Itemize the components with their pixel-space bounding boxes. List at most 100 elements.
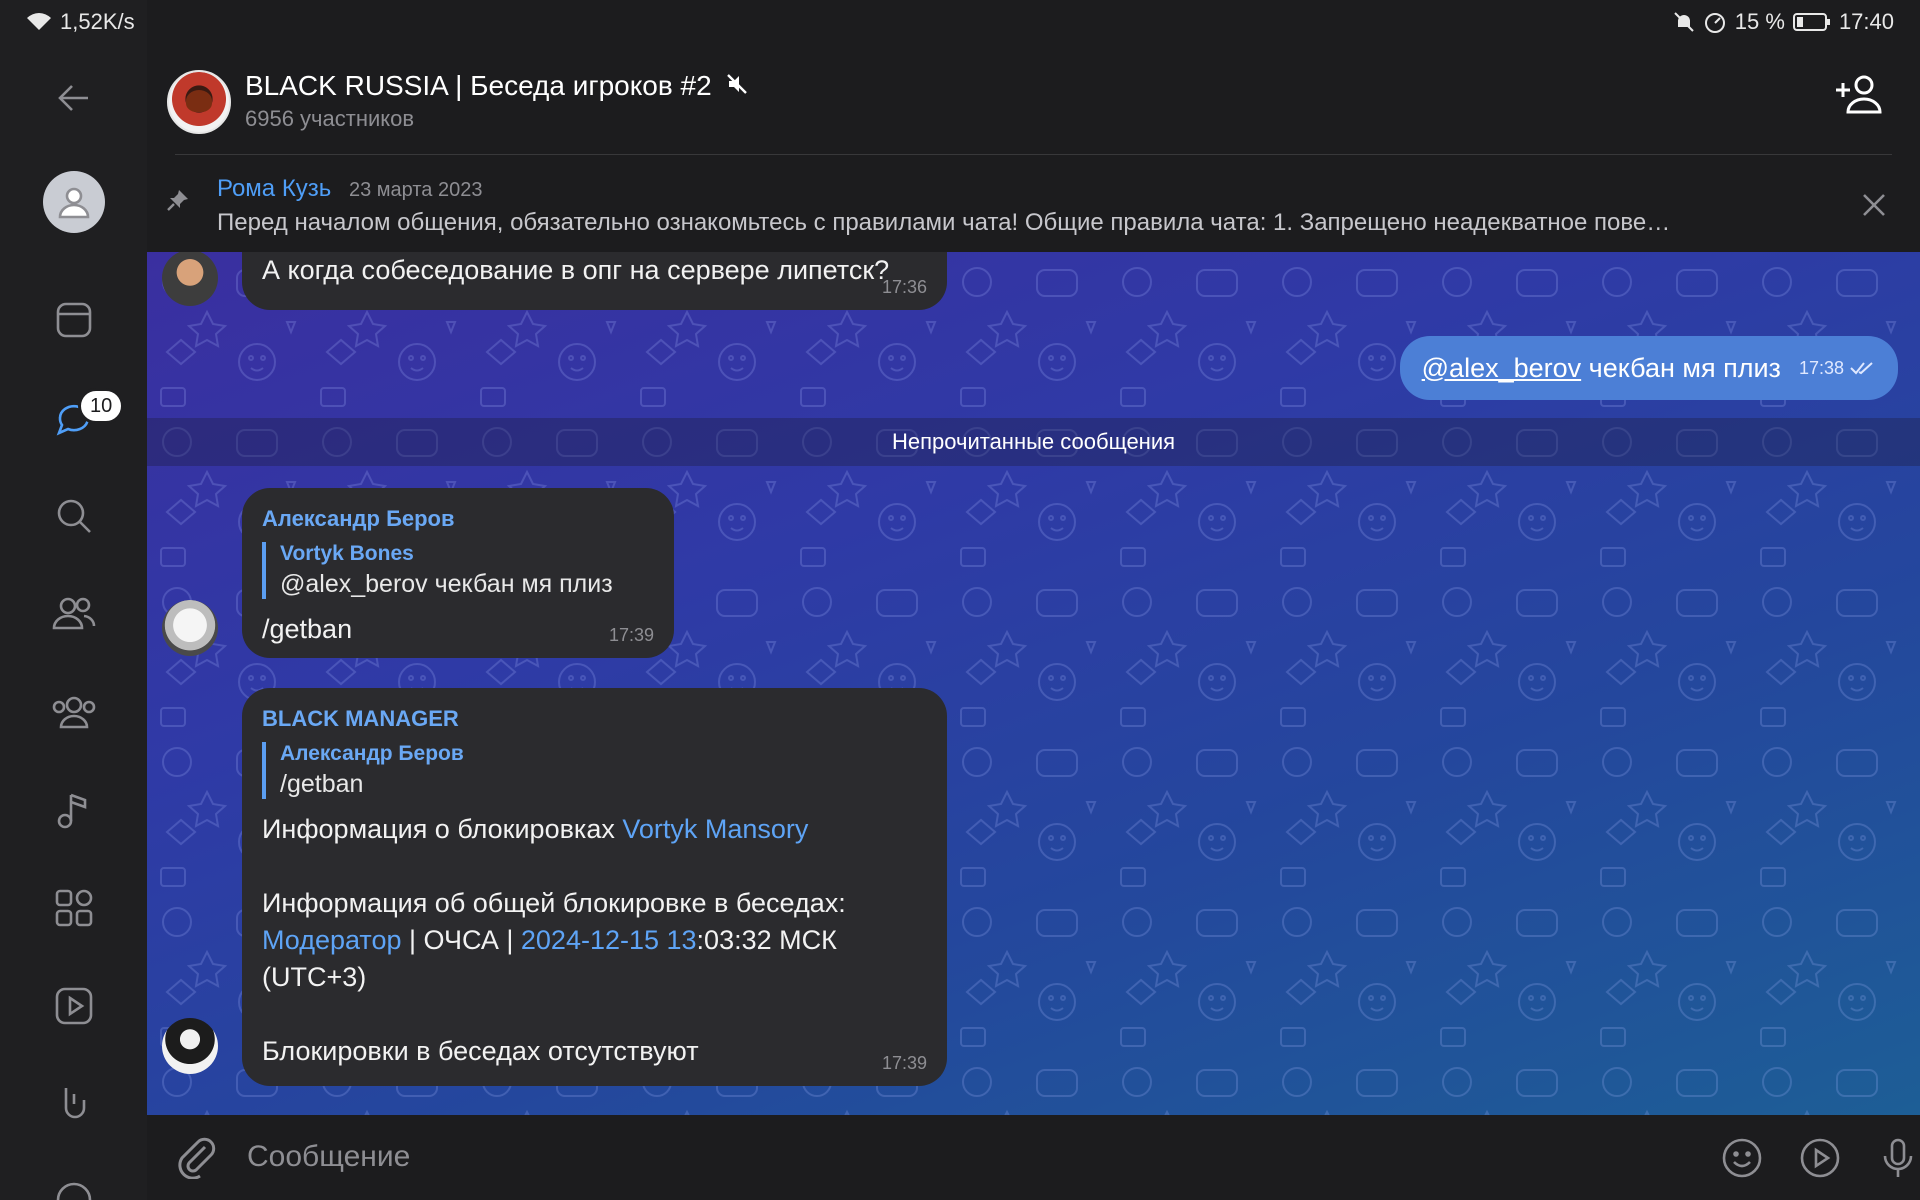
battery-icon <box>1792 12 1831 32</box>
profile-button[interactable] <box>0 162 147 242</box>
rail-item-music[interactable] <box>0 770 147 850</box>
close-pinned-button[interactable] <box>1854 185 1894 225</box>
incoming-message[interactable]: А когда собеседование в опг на сервере л… <box>242 252 947 310</box>
text-span: | ОЧСА | <box>401 925 521 955</box>
text-span: Информация о блокировках <box>262 814 623 844</box>
mute-bell-icon <box>1673 11 1695 33</box>
reply-text: /getban <box>280 770 364 798</box>
date-link[interactable]: 2024-12-15 13 <box>521 925 697 955</box>
message-input[interactable] <box>247 1129 1747 1185</box>
emoji-icon <box>56 1182 91 1200</box>
message-line: Информация о блокировках Vortyk Mansory <box>262 811 927 848</box>
speed-gauge-icon <box>1703 11 1727 33</box>
message-text: А когда собеседование в опг на сервере л… <box>262 255 890 285</box>
rail-item-video[interactable] <box>0 966 147 1046</box>
net-speed: 1,52K/s <box>60 9 135 34</box>
rail-item-apps[interactable] <box>0 868 147 948</box>
muted-speaker-icon <box>726 70 748 102</box>
pinned-message-bar[interactable]: Рома Кузь 23 марта 2023 Перед началом об… <box>147 155 1920 252</box>
message-line: Информация об общей блокировке в беседах… <box>262 888 846 918</box>
message-body: чекбан мя плиз <box>1588 352 1781 383</box>
message-time: 17:39 <box>881 1053 927 1073</box>
message-time: 17:39 <box>608 625 654 645</box>
message-line: Блокировки в беседах отсутствуют <box>262 1036 699 1066</box>
play-circle-icon <box>1800 1138 1840 1178</box>
navigation-rail: 10 <box>0 0 147 1200</box>
member-count: 6956 участников <box>245 106 415 131</box>
sender-avatar[interactable] <box>162 252 218 306</box>
message-time: 17:36 <box>881 277 927 297</box>
sender-avatar[interactable] <box>162 600 218 656</box>
voice-message-button[interactable] <box>1873 1133 1920 1183</box>
outgoing-message[interactable]: @alex_berov чекбан мя плиз 17:38 <box>1399 336 1898 400</box>
message-text: Информация о блокировках Vortyk Mansory … <box>262 811 927 1070</box>
paperclip-icon <box>178 1137 216 1180</box>
reply-author: Александр Беров <box>280 742 464 765</box>
wifi-icon <box>26 12 52 32</box>
unread-divider: Непрочитанные сообщения <box>147 418 1920 466</box>
chat-title: BLACK RUSSIA | Беседа игроков #2 <box>245 70 712 101</box>
group-avatar[interactable] <box>167 70 231 134</box>
chat-header[interactable]: BLACK RUSSIA | Беседа игроков #2 6956 уч… <box>147 44 1920 154</box>
add-person-icon <box>1836 75 1882 114</box>
video-icon <box>55 987 92 1025</box>
user-link[interactable]: Vortyk Mansory <box>622 814 808 844</box>
groups-icon <box>52 696 95 729</box>
rail-item-groups[interactable] <box>0 672 147 752</box>
incoming-message[interactable]: BLACK MANAGER Александр Беров /getban Ин… <box>242 688 947 1086</box>
message-text: /getban <box>262 614 353 644</box>
message-text: @alex_berov чекбан мя плиз <box>1422 350 1781 387</box>
reply-quote[interactable]: Александр Беров /getban <box>262 742 927 799</box>
rail-item-search[interactable] <box>0 476 147 556</box>
rail-item-chats[interactable]: 10 <box>0 378 147 458</box>
back-arrow-icon <box>57 85 88 111</box>
role-link[interactable]: Модератор <box>262 925 402 955</box>
music-icon <box>57 793 86 829</box>
attach-button[interactable] <box>173 1133 219 1184</box>
smiley-icon <box>1722 1138 1762 1178</box>
unread-count-badge: 10 <box>78 388 125 424</box>
pin-icon <box>165 187 191 218</box>
reply-text: @alex_berov чекбан мя плиз <box>280 570 613 598</box>
status-bar: 1,52K/s 15 % 17:40 <box>0 0 1920 44</box>
sender-avatar[interactable] <box>162 1018 218 1074</box>
battery-percent: 15 % <box>1734 9 1785 34</box>
profile-avatar <box>42 171 105 233</box>
chat-panel: BLACK RUSSIA | Беседа игроков #2 6956 уч… <box>147 0 1920 1200</box>
message-line: Модератор | ОЧСА | 2024-12-15 13:03:32 М… <box>262 922 927 959</box>
sender-name[interactable]: Александр Беров <box>262 506 654 532</box>
clock: 17:40 <box>1838 9 1894 34</box>
mention-link[interactable]: @alex_berov <box>1422 353 1582 383</box>
chat-title-row: BLACK RUSSIA | Беседа игроков #2 <box>245 70 748 102</box>
rail-item-gesture[interactable] <box>0 1064 147 1144</box>
calendar-icon <box>56 302 91 338</box>
text-span: :03:32 МСК <box>696 925 837 955</box>
rail-item-contacts[interactable] <box>0 574 147 654</box>
double-check-icon <box>1850 362 1873 375</box>
back-button[interactable] <box>0 58 147 138</box>
message-line: (UTC+3) <box>262 962 367 992</box>
emoji-button[interactable] <box>1717 1133 1767 1183</box>
message-meta: 17:38 <box>1799 358 1876 379</box>
video-message-button[interactable] <box>1795 1133 1845 1183</box>
message-list[interactable]: А когда собеседование в опг на сервере л… <box>147 252 1920 1115</box>
search-icon <box>57 499 91 533</box>
rail-item-calendar[interactable] <box>0 280 147 360</box>
add-member-button[interactable] <box>1830 64 1890 124</box>
incoming-message[interactable]: Александр Беров Vortyk Bones @alex_berov… <box>242 488 674 658</box>
reply-quote[interactable]: Vortyk Bones @alex_berov чекбан мя плиз <box>262 542 654 599</box>
gesture-icon <box>64 1088 85 1119</box>
apps-icon <box>55 889 92 927</box>
close-icon <box>1863 194 1885 216</box>
microphone-icon <box>1883 1138 1913 1177</box>
message-time: 17:38 <box>1798 357 1844 378</box>
pinned-author: Рома Кузь <box>217 175 332 202</box>
reply-author: Vortyk Bones <box>280 542 414 565</box>
message-composer <box>147 1115 1920 1200</box>
contacts-icon <box>52 597 95 630</box>
rail-item-emoji[interactable] <box>0 1160 147 1200</box>
sender-name[interactable]: BLACK MANAGER <box>262 706 927 732</box>
pinned-text: Перед началом общения, обязательно ознак… <box>217 209 1671 236</box>
